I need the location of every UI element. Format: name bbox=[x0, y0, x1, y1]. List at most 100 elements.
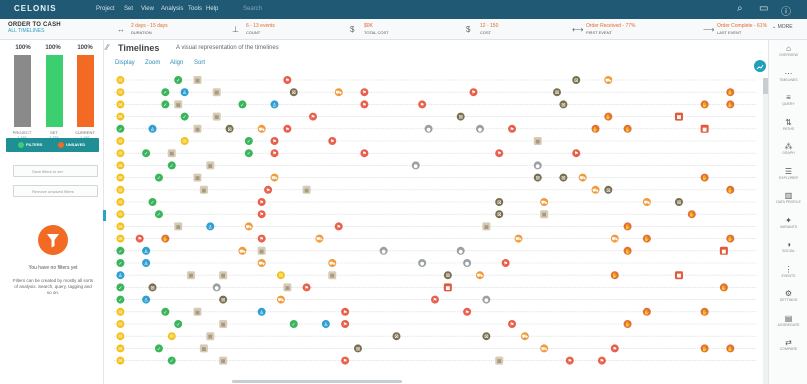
event-factory-icon[interactable]: ⊠ bbox=[533, 173, 542, 182]
event-invoice-icon[interactable]: ⚑ bbox=[341, 307, 350, 316]
event-gray-icon[interactable]: ● bbox=[411, 161, 420, 170]
horizontal-scrollbar[interactable] bbox=[232, 380, 402, 383]
timeline-row[interactable]: ✉ ✉ ■ ⊠ ⊠ ⛟ bbox=[114, 332, 756, 341]
event-box-icon[interactable]: ■ bbox=[187, 271, 196, 280]
event-pay-icon[interactable]: ✋ bbox=[604, 112, 613, 121]
timeline-row[interactable]: ✉ ✓ ■ ● ● bbox=[114, 161, 756, 170]
event-truck-icon[interactable]: ⛟ bbox=[540, 344, 549, 353]
event-invoice-icon[interactable]: ⚑ bbox=[508, 320, 517, 328]
event-truck-icon[interactable]: ⛟ bbox=[604, 76, 613, 84]
event-invoice-icon[interactable]: ⚑ bbox=[418, 100, 427, 109]
event-checked-icon[interactable]: ✓ bbox=[116, 283, 125, 292]
timeline-row[interactable]: ✉ ✓ ■ ♙ ⚑ ⚑ ✋ ✋ bbox=[114, 307, 756, 316]
event-gray-icon[interactable]: ● bbox=[533, 161, 542, 170]
event-checked-icon[interactable]: ✓ bbox=[174, 76, 183, 84]
event-gray-icon[interactable]: ● bbox=[212, 283, 221, 292]
event-invoice-icon[interactable]: ⚑ bbox=[302, 283, 311, 292]
event-redbox-icon[interactable]: ■ bbox=[674, 112, 683, 121]
event-factory-icon[interactable]: ⊠ bbox=[604, 185, 613, 194]
event-truck-icon[interactable]: ⛟ bbox=[514, 234, 523, 243]
event-received-icon[interactable]: ✉ bbox=[116, 234, 125, 243]
timeline-row[interactable]: ✉ ✓ ⚑ ⊠ ⛟ ⛟ ⊠ bbox=[114, 198, 756, 206]
timeline-row[interactable]: ✉ ✓ ■ ⚑ ■ ⚑ ⚑ bbox=[114, 356, 756, 365]
event-invoice-icon[interactable]: ⚑ bbox=[270, 137, 279, 145]
event-factory-icon[interactable]: ⊠ bbox=[552, 88, 561, 97]
event-gray-icon[interactable]: ● bbox=[418, 259, 427, 267]
event-person-icon[interactable]: ♙ bbox=[142, 246, 151, 255]
event-box-icon[interactable]: ■ bbox=[212, 88, 221, 97]
event-factory-icon[interactable]: ⊠ bbox=[572, 76, 581, 84]
event-factory-icon[interactable]: ⊠ bbox=[674, 198, 683, 206]
event-invoice-icon[interactable]: ⚑ bbox=[334, 222, 343, 231]
rail-home-button[interactable]: ⌂ OVERVIEW bbox=[769, 44, 807, 57]
event-factory-icon[interactable]: ⊠ bbox=[289, 88, 298, 97]
event-checked-icon[interactable]: ✓ bbox=[116, 124, 125, 133]
event-checked-icon[interactable]: ✓ bbox=[244, 137, 253, 145]
event-checked-icon[interactable]: ✓ bbox=[116, 259, 125, 267]
event-person-icon[interactable]: ♙ bbox=[180, 88, 189, 97]
timeline-row[interactable]: ✉ ✓ ■ ⊠ ⛟ ⚑ ✋ ✋ bbox=[114, 344, 756, 353]
event-received-icon[interactable]: ✉ bbox=[116, 210, 125, 219]
event-invoice-icon[interactable]: ⚑ bbox=[469, 88, 478, 97]
event-invoice-icon[interactable]: ⚑ bbox=[597, 356, 606, 365]
rail-contrast-button[interactable]: ◑ SOCIAL bbox=[769, 240, 807, 253]
event-checked-icon[interactable]: ✓ bbox=[238, 100, 247, 109]
event-invoice-icon[interactable]: ⚑ bbox=[360, 100, 369, 109]
event-factory-icon[interactable]: ⊠ bbox=[482, 332, 491, 341]
event-invoice-icon[interactable]: ⚑ bbox=[328, 137, 337, 145]
event-truck-icon[interactable]: ⛟ bbox=[334, 88, 343, 97]
window-icon[interactable]: ▭ bbox=[759, 3, 768, 14]
timeline-row[interactable]: ✉ ✓ ♙ ■ ⊠ ⛟ ⚑ ⚑ ⊠ ✋ bbox=[114, 88, 756, 97]
event-pay-icon[interactable]: ✋ bbox=[719, 283, 728, 292]
event-received-icon[interactable]: ✉ bbox=[167, 332, 176, 341]
event-received-icon[interactable]: ✉ bbox=[116, 185, 125, 194]
event-checked-icon[interactable]: ✓ bbox=[289, 320, 298, 328]
event-factory-icon[interactable]: ⊠ bbox=[225, 124, 234, 133]
event-truck-icon[interactable]: ⛟ bbox=[270, 173, 279, 182]
event-invoice-icon[interactable]: ⚑ bbox=[360, 88, 369, 97]
event-received-icon[interactable]: ✉ bbox=[116, 320, 125, 328]
rail-chart-button[interactable]: ▥ DATA PROFILE bbox=[769, 191, 807, 204]
event-person-icon[interactable]: ♙ bbox=[116, 271, 125, 280]
event-pay-icon[interactable]: ✋ bbox=[726, 344, 735, 353]
event-redbox-icon[interactable]: ■ bbox=[443, 283, 452, 292]
event-invoice-icon[interactable]: ⚑ bbox=[501, 259, 510, 267]
rail-compare-button[interactable]: ⇄ COMPARE bbox=[769, 338, 807, 351]
event-box-icon[interactable]: ■ bbox=[167, 149, 176, 158]
event-box-icon[interactable]: ■ bbox=[495, 356, 504, 365]
rail-aggregate-button[interactable]: ▤ AGGREGATE bbox=[769, 314, 807, 327]
event-box-icon[interactable]: ■ bbox=[533, 137, 542, 145]
event-received-icon[interactable]: ✉ bbox=[276, 271, 285, 280]
event-gray-icon[interactable]: ● bbox=[379, 246, 388, 255]
event-received-icon[interactable]: ✉ bbox=[116, 161, 125, 170]
event-box-icon[interactable]: ■ bbox=[193, 76, 202, 84]
search-icon[interactable]: ⌕ bbox=[737, 3, 743, 14]
rail-gear-button[interactable]: ⚙ SETTINGS bbox=[769, 289, 807, 302]
event-invoice-icon[interactable]: ⚑ bbox=[257, 234, 266, 243]
event-pay-icon[interactable]: ✋ bbox=[623, 320, 632, 328]
event-truck-icon[interactable]: ⛟ bbox=[257, 124, 266, 133]
event-received-icon[interactable]: ✉ bbox=[116, 88, 125, 97]
event-box-icon[interactable]: ■ bbox=[212, 112, 221, 121]
event-box-icon[interactable]: ■ bbox=[283, 283, 292, 292]
event-pay-icon[interactable]: ✋ bbox=[642, 234, 651, 243]
event-gray-icon[interactable]: ● bbox=[482, 295, 491, 304]
timeline-row[interactable]: ✓ ♙ ⊠ ⛟ ⚑ ● bbox=[114, 295, 756, 304]
event-factory-icon[interactable]: ⊠ bbox=[219, 295, 228, 304]
event-box-icon[interactable]: ■ bbox=[302, 185, 311, 194]
event-received-icon[interactable]: ✉ bbox=[116, 137, 125, 145]
event-pay-icon[interactable]: ✋ bbox=[700, 173, 709, 182]
timeline-row[interactable]: ✉ ✓ ■ ⛟ ⊠ ⊠ ⛟ ✋ bbox=[114, 173, 756, 182]
event-checked-icon[interactable]: ✓ bbox=[116, 295, 125, 304]
timeline-row[interactable]: ✉ ■ ⚑ ■ ⛟ ⊠ ✋ bbox=[114, 185, 756, 194]
event-received-icon[interactable]: ✉ bbox=[116, 222, 125, 231]
event-invoice-icon[interactable]: ⚑ bbox=[341, 356, 350, 365]
event-truck-icon[interactable]: ⛟ bbox=[238, 246, 247, 255]
rail-timelines-button[interactable]: ⋯ TIMELINES bbox=[769, 69, 807, 82]
event-box-icon[interactable]: ■ bbox=[206, 332, 215, 341]
event-received-icon[interactable]: ✉ bbox=[116, 307, 125, 316]
event-person-icon[interactable]: ♙ bbox=[257, 307, 266, 316]
event-checked-icon[interactable]: ✓ bbox=[180, 112, 189, 121]
event-pay-icon[interactable]: ✋ bbox=[700, 100, 709, 109]
event-invoice-icon[interactable]: ⚑ bbox=[508, 124, 517, 133]
